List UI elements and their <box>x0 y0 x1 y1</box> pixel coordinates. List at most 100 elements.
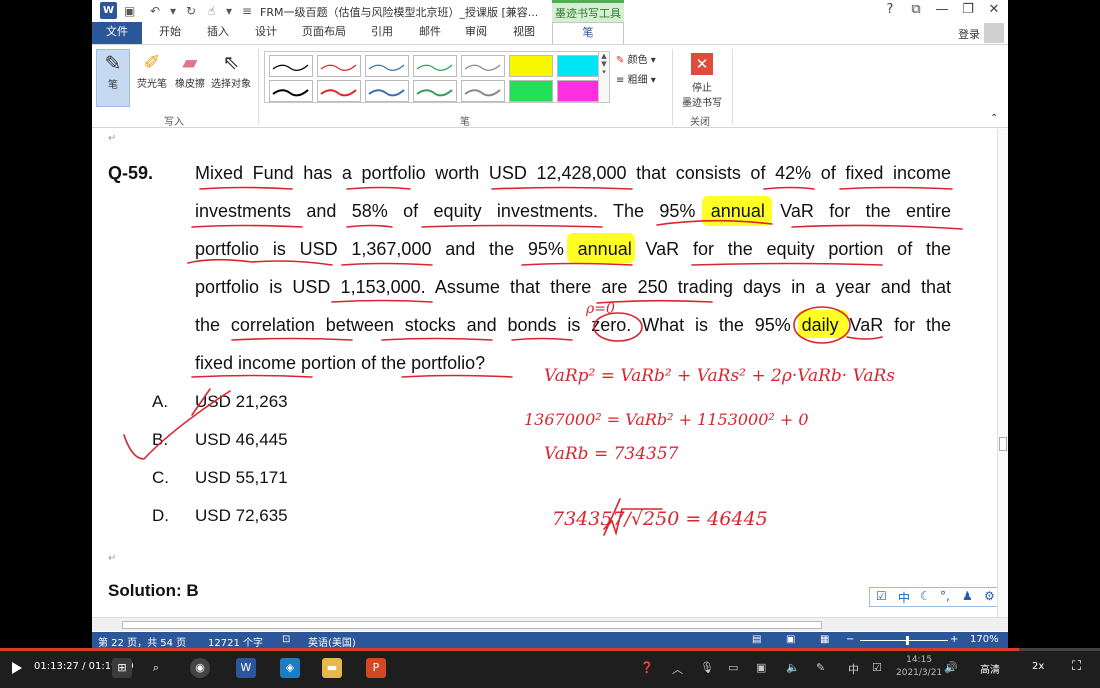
pen-style-swatch[interactable] <box>509 80 553 102</box>
zoom-slider-knob[interactable] <box>906 636 909 645</box>
redo-icon[interactable]: ↻ <box>186 3 196 19</box>
help-tray-icon[interactable]: ❓ <box>640 661 654 674</box>
powerpoint-icon[interactable]: P <box>366 658 386 678</box>
ime-user-icon[interactable]: ♟ <box>962 589 973 603</box>
vertical-scrollbar[interactable] <box>997 129 1008 617</box>
pen-style-swatch[interactable] <box>365 80 409 102</box>
page-count[interactable]: 第 22 页，共 54 页 <box>98 634 186 648</box>
touch-mode-icon[interactable]: ☝ <box>208 3 215 19</box>
zoom-in-icon[interactable]: + <box>950 634 958 645</box>
help-icon[interactable]: ? <box>880 2 900 17</box>
word-count[interactable]: 12721 个字 <box>208 634 263 648</box>
pen-icon: ✎ <box>104 51 122 75</box>
stop-inking-button[interactable]: ✕ 停止 墨迹书写 <box>676 51 728 109</box>
login-link[interactable]: 登录 <box>958 26 980 42</box>
zoom-slider[interactable] <box>860 640 948 641</box>
search-icon[interactable]: ⌕ <box>146 658 166 678</box>
tab-mailings[interactable]: 邮件 <box>412 22 448 44</box>
tab-review[interactable]: 审阅 <box>458 22 494 44</box>
pen-style-swatch[interactable] <box>557 55 601 77</box>
web-layout-icon[interactable]: ▦ <box>820 634 829 645</box>
ime-toolbar[interactable]: ☑ 中 ☾ °, ♟ ⚙ <box>869 587 997 607</box>
ink-underline <box>839 186 953 190</box>
pen-style-swatch[interactable] <box>509 55 553 77</box>
ime-punct-icon[interactable]: °, <box>940 589 950 603</box>
tab-home[interactable]: 开始 <box>152 22 188 44</box>
pen-thickness-button[interactable]: ≡ 粗细 ▾ <box>616 71 656 86</box>
app-icon[interactable]: ◉ <box>190 658 210 678</box>
ime-settings-icon[interactable]: ☑ <box>876 589 887 603</box>
gallery-scroll[interactable]: ▲ ▼ ▾ <box>598 51 610 103</box>
eraser-label: 橡皮擦 <box>175 79 205 90</box>
mic-icon[interactable]: 🎙 <box>700 661 714 674</box>
pen-style-swatch[interactable] <box>365 55 409 77</box>
network-icon[interactable]: ▣ <box>756 661 766 674</box>
volume-control-icon[interactable]: 🔊 <box>944 661 958 674</box>
pen-style-swatch[interactable] <box>269 55 313 77</box>
tab-pen[interactable]: 笔 <box>552 22 624 44</box>
battery-icon[interactable]: ▭ <box>728 661 738 674</box>
pen-style-swatch[interactable] <box>413 80 457 102</box>
more-icon[interactable]: ≡ <box>242 3 252 19</box>
close-button[interactable]: ✕ <box>984 2 1004 17</box>
minimize-button[interactable]: — <box>932 2 952 17</box>
avatar[interactable] <box>984 23 1004 43</box>
select-objects-button[interactable]: ⇖ 选择对象 <box>208 49 254 90</box>
word-taskbar-icon[interactable]: W <box>236 658 256 678</box>
pen-color-button[interactable]: ✎ 颜色 ▾ <box>616 51 656 66</box>
ime-mode[interactable]: 中 <box>898 589 910 606</box>
tab-design[interactable]: 设计 <box>248 22 284 44</box>
highlighter-button[interactable]: ✐ 荧光笔 <box>134 49 170 90</box>
ime-moon-icon[interactable]: ☾ <box>920 589 931 603</box>
proofing-icon[interactable]: ⊡ <box>282 634 290 645</box>
pen-style-swatch[interactable] <box>317 80 361 102</box>
word-window: W ▣ ↶ ▾ ↻ ☝ ▾ ≡ FRM一级百题（估值与风险模型北京班）_授课版 … <box>92 0 1008 648</box>
pen-button[interactable]: ✎ 笔 <box>96 49 130 107</box>
tab-insert[interactable]: 插入 <box>200 22 236 44</box>
ime-gear-icon[interactable]: ⚙ <box>984 589 995 603</box>
pen-style-swatch[interactable] <box>413 55 457 77</box>
clock-time: 14:15 <box>906 655 933 665</box>
video-progress-track[interactable] <box>0 648 1100 651</box>
ribbon-display-icon[interactable]: ⧉ <box>906 2 926 17</box>
pen-style-swatch[interactable] <box>461 80 505 102</box>
checkbox-tray-icon[interactable]: ☑ <box>872 661 882 674</box>
app-taskbar-icon[interactable]: ◈ <box>280 658 300 678</box>
pen-style-swatch[interactable] <box>317 55 361 77</box>
collapse-ribbon-icon[interactable]: ⌃ <box>990 113 998 124</box>
zoom-out-icon[interactable]: − <box>846 634 854 645</box>
ink-underline <box>341 262 433 266</box>
tab-references[interactable]: 引用 <box>364 22 400 44</box>
vertical-scroll-thumb[interactable] <box>999 437 1007 451</box>
tab-file[interactable]: 文件 <box>92 22 142 44</box>
language[interactable]: 英语(美国) <box>308 634 356 648</box>
tab-layout[interactable]: 页面布局 <box>296 22 352 44</box>
speed-button[interactable]: 2x <box>1032 661 1044 672</box>
ink-underline <box>401 374 513 378</box>
pen-style-swatch[interactable] <box>461 55 505 77</box>
volume-icon[interactable]: 🔈 <box>786 661 800 674</box>
horizontal-scroll-thumb[interactable] <box>122 621 822 629</box>
eraser-button[interactable]: ▰ 橡皮擦 <box>172 49 208 90</box>
play-icon[interactable] <box>12 662 22 674</box>
fullscreen-icon[interactable]: ⛶ <box>1072 659 1081 674</box>
pen-style-swatch[interactable] <box>269 80 313 102</box>
print-layout-icon[interactable]: ▣ <box>786 634 795 645</box>
pen-style-swatch[interactable] <box>557 80 601 102</box>
horizontal-scrollbar[interactable] <box>92 617 1008 631</box>
quality-button[interactable]: 高清 <box>980 661 1000 676</box>
dropdown-icon[interactable]: ▾ <box>170 3 176 19</box>
zoom-level[interactable]: 170% <box>970 634 999 645</box>
document-page[interactable]: ↵ Q-59. Mixed Fund has a portfolio worth… <box>92 129 997 617</box>
folder-icon[interactable]: ▬ <box>322 658 342 678</box>
tab-view[interactable]: 视图 <box>504 22 544 44</box>
maximize-button[interactable]: ❐ <box>958 2 978 17</box>
customize-toolbar-icon[interactable]: ▾ <box>226 3 232 19</box>
chevron-up-icon[interactable]: ︿ <box>672 661 683 677</box>
pen-tray-icon[interactable]: ✎ <box>816 661 825 674</box>
undo-icon[interactable]: ↶ <box>150 3 160 19</box>
save-icon[interactable]: ▣ <box>124 3 135 19</box>
windows-icon[interactable]: ⊞ <box>112 658 132 678</box>
read-mode-icon[interactable]: ▤ <box>752 634 761 645</box>
tray-ime[interactable]: 中 <box>848 661 859 677</box>
